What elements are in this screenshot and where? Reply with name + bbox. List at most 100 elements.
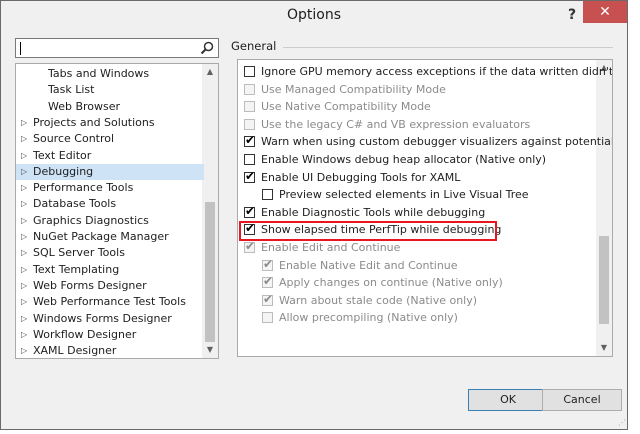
expand-arrow-icon[interactable]: ▷ xyxy=(21,311,29,327)
tree-item-label: Database Tools xyxy=(33,197,117,211)
search-icon[interactable] xyxy=(200,41,214,55)
option-label: Use Native Compatibility Mode xyxy=(261,100,431,114)
tree-item[interactable]: ▷ NuGet Package Manager xyxy=(16,229,204,245)
tree-item[interactable]: ▷ XAML Designer xyxy=(16,343,204,358)
tree-item-label: Graphics Diagnostics xyxy=(33,213,149,227)
option-checkbox xyxy=(262,312,273,324)
option-checkbox: ✔ xyxy=(262,257,273,271)
tree-item[interactable]: ▷ SQL Server Tools xyxy=(16,245,204,261)
tree-item-label: Performance Tools xyxy=(33,181,134,195)
check-icon: ✔ xyxy=(245,203,256,218)
tree-item[interactable]: ▷ Text Editor xyxy=(16,148,204,164)
tree-item-label: Web Browser xyxy=(48,99,121,113)
tree-item[interactable]: ▷ Source Control xyxy=(16,131,204,147)
category-tree[interactable]: ▲ ▼ Tabs and Windows Task List Web Browser… xyxy=(15,63,219,359)
tree-item-label: Tabs and Windows xyxy=(48,67,150,80)
tree-item-label: NuGet Package Manager xyxy=(33,230,169,243)
option-checkbox xyxy=(244,101,255,113)
tree-item[interactable]: Tabs and Windows xyxy=(16,66,204,82)
ok-button[interactable]: OK xyxy=(468,389,548,411)
tree-item[interactable]: ▷ Web Performance Test Tools xyxy=(16,294,204,310)
expand-arrow-icon[interactable]: ▷ xyxy=(21,164,29,180)
check-icon: ✔ xyxy=(245,168,256,183)
tree-item[interactable]: ▷ Database Tools xyxy=(16,196,204,212)
option-checkbox xyxy=(244,118,255,130)
expand-arrow-icon[interactable]: ▷ xyxy=(21,148,29,164)
option-label: Use the legacy C# and VB expression eval… xyxy=(261,117,531,131)
option-label: Preview selected elements in Live Visual… xyxy=(279,188,529,202)
check-icon: ✔ xyxy=(245,239,256,253)
expand-arrow-icon[interactable]: ▷ xyxy=(21,262,29,278)
tree-item[interactable]: ▷ Workflow Designer xyxy=(16,327,204,343)
option-checkbox[interactable]: ✔ xyxy=(244,203,256,218)
expand-arrow-icon[interactable]: ▷ xyxy=(21,131,29,147)
close-button[interactable]: ✕ xyxy=(583,1,627,23)
tree-item-label: Task List xyxy=(48,83,95,97)
text-caret xyxy=(20,42,21,55)
tree-item[interactable]: Web Browser xyxy=(16,99,204,115)
expand-arrow-icon[interactable]: ▷ xyxy=(21,196,29,212)
scroll-thumb[interactable] xyxy=(599,236,609,324)
section-title: General xyxy=(231,39,277,53)
tree-item-label: XAML Designer xyxy=(33,344,117,358)
expand-arrow-icon[interactable]: ▷ xyxy=(21,213,29,229)
option-checkbox: ✔ xyxy=(244,239,256,253)
resize-grip-icon[interactable]: ⋰ xyxy=(618,418,626,427)
expand-arrow-icon[interactable]: ▷ xyxy=(21,294,29,310)
option-label: Ignore GPU memory access exceptions if t… xyxy=(261,65,613,78)
expand-arrow-icon[interactable]: ▷ xyxy=(21,278,29,294)
tree-item[interactable]: ▷ Debugging xyxy=(16,163,204,180)
tree-item[interactable]: ▷ Graphics Diagnostics xyxy=(16,213,204,229)
tree-scrollbar[interactable]: ▲ ▼ xyxy=(202,64,218,358)
cancel-button[interactable]: Cancel xyxy=(542,389,622,411)
tree-item-label: Web Forms Designer xyxy=(33,278,147,292)
tree-item-label: Text Templating xyxy=(33,262,120,276)
tree-item[interactable]: ▷ Windows Forms Designer xyxy=(16,311,204,327)
tree-item[interactable]: ▷ Projects and Solutions xyxy=(16,115,204,131)
tree-item-label: Projects and Solutions xyxy=(33,115,155,129)
title-bar: Options ? ✕ xyxy=(1,1,627,32)
option-label: Warn when using custom debugger visualiz… xyxy=(261,135,613,149)
option-checkbox[interactable]: ✔ xyxy=(244,168,256,183)
scroll-thumb[interactable] xyxy=(205,202,215,342)
check-icon: ✔ xyxy=(263,274,274,289)
option-checkbox[interactable] xyxy=(244,154,255,165)
option-label: Enable UI Debugging Tools for XAML xyxy=(261,170,461,184)
search-input[interactable] xyxy=(15,38,219,58)
scroll-down-icon[interactable]: ▼ xyxy=(202,342,218,358)
option-label: Enable Diagnostic Tools while debugging xyxy=(261,205,486,219)
dialog-title: Options xyxy=(286,7,342,23)
options-scrollbar[interactable]: ▲ ▼ xyxy=(596,60,612,356)
expand-arrow-icon[interactable]: ▷ xyxy=(21,327,29,343)
option-checkbox[interactable] xyxy=(244,66,255,77)
options-list[interactable]: ▲ ▼ Ignore GPU memory access exceptions … xyxy=(237,59,613,357)
tree-item-label: Windows Forms Designer xyxy=(33,311,172,325)
tree-item[interactable]: ▷ Web Forms Designer xyxy=(16,278,204,294)
option-label: Apply changes on continue (Native only) xyxy=(279,276,503,290)
tree-item[interactable]: ▷ Text Templating xyxy=(16,262,204,278)
tree-item-label: Workflow Designer xyxy=(33,327,137,341)
options-dialog: Options ? ✕ ▲ ▼ Tabs and Windows Task Lis… xyxy=(0,0,628,430)
tree-item-label: Source Control xyxy=(33,132,115,146)
option-label: Use Managed Compatibility Mode xyxy=(261,82,446,96)
tree-item-label: SQL Server Tools xyxy=(33,246,125,260)
option-label: Warn about stale code (Native only) xyxy=(279,293,478,307)
tree-item[interactable]: ▷ Performance Tools xyxy=(16,180,204,196)
expand-arrow-icon[interactable]: ▷ xyxy=(21,115,29,131)
check-icon: ✔ xyxy=(263,291,274,306)
scroll-down-icon[interactable]: ▼ xyxy=(596,340,612,356)
section-divider xyxy=(283,47,613,48)
help-button[interactable]: ? xyxy=(561,4,583,26)
option-checkbox[interactable]: ✔ xyxy=(244,133,255,148)
expand-arrow-icon[interactable]: ▷ xyxy=(21,229,29,245)
tree-item[interactable]: Task List xyxy=(16,82,204,98)
option-label: Enable Edit and Continue xyxy=(261,241,401,254)
option-checkbox[interactable] xyxy=(262,189,273,201)
expand-arrow-icon[interactable]: ▷ xyxy=(21,245,29,261)
expand-arrow-icon[interactable]: ▷ xyxy=(21,343,29,358)
tree-item-label: Text Editor xyxy=(33,148,92,162)
tree-item-label: Debugging xyxy=(33,164,94,178)
scroll-up-icon[interactable]: ▲ xyxy=(202,64,218,80)
expand-arrow-icon[interactable]: ▷ xyxy=(21,180,29,196)
option-checkbox xyxy=(244,83,255,95)
